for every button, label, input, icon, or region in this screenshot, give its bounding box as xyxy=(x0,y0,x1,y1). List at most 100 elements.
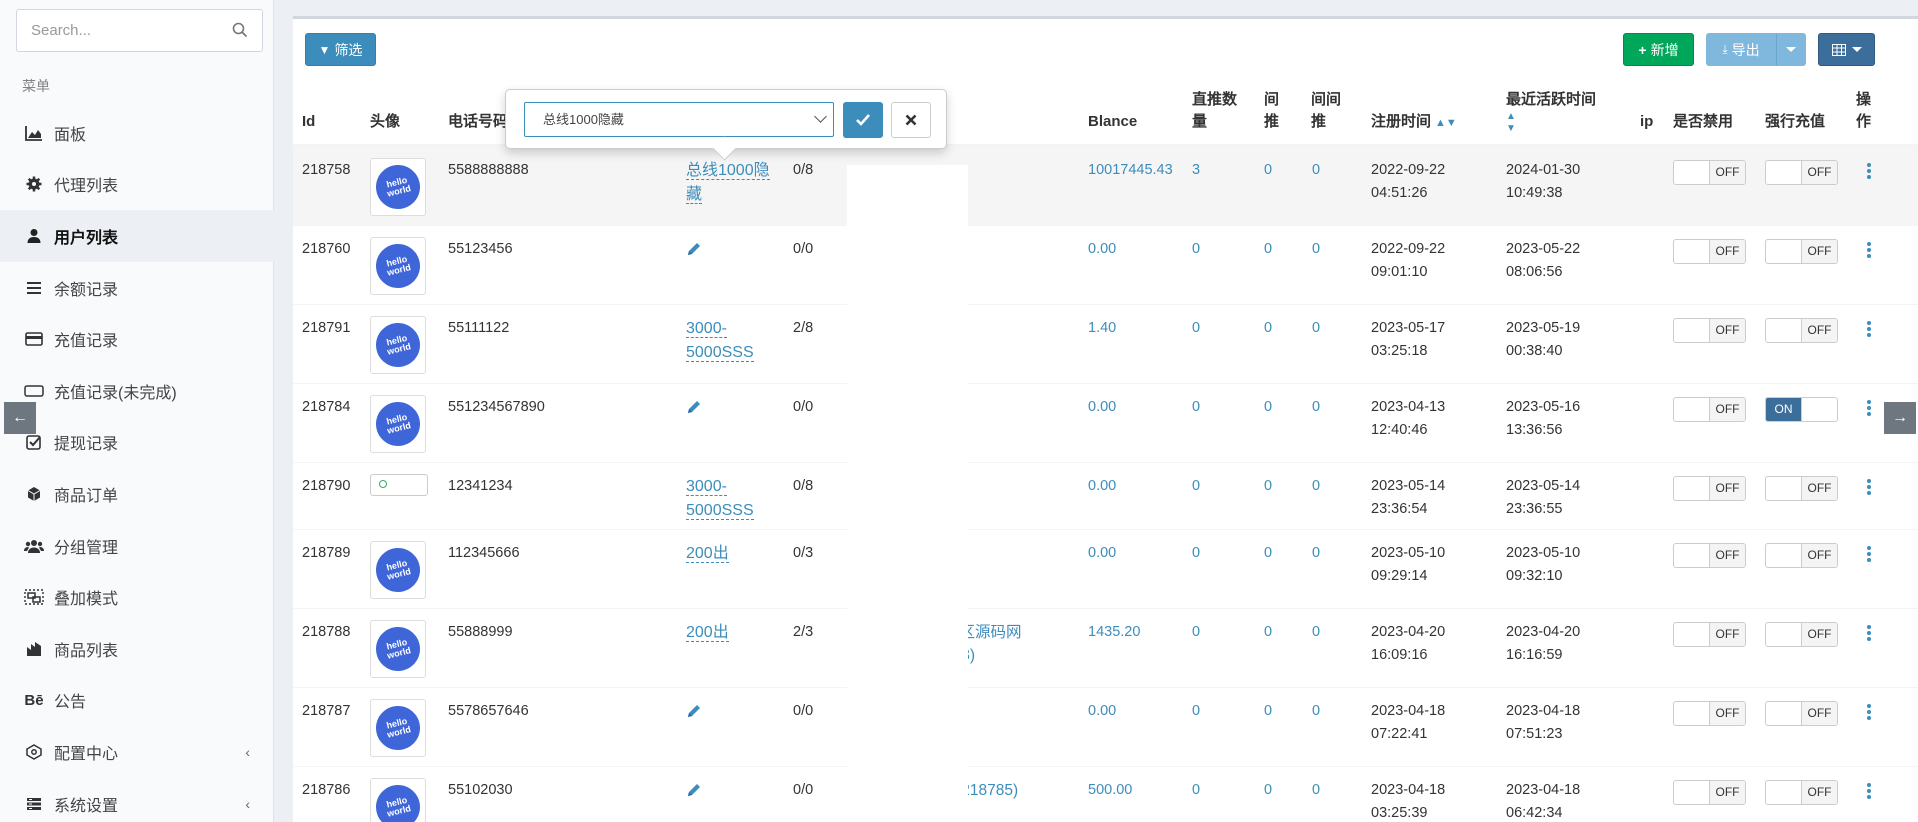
export-dropdown-button[interactable] xyxy=(1776,33,1806,66)
group-link[interactable]: 3000- xyxy=(686,478,727,496)
sidebar-item-groups[interactable]: 分组管理 xyxy=(0,520,274,572)
disabled-toggle[interactable]: OFF xyxy=(1673,622,1746,647)
sidebar-item-agents[interactable]: 代理列表 xyxy=(0,159,274,211)
cell-indirect2[interactable]: 0 xyxy=(1312,542,1320,565)
cell-group[interactable]: 总线1000隐藏 xyxy=(686,159,770,207)
more-actions-icon[interactable] xyxy=(1866,546,1872,562)
force-recharge-toggle[interactable]: OFF xyxy=(1765,239,1838,264)
cell-indirect[interactable]: 0 xyxy=(1264,700,1272,723)
cell-balance[interactable]: 1435.20 xyxy=(1088,621,1140,644)
cell-balance[interactable]: 1.40 xyxy=(1088,317,1116,340)
confirm-button[interactable] xyxy=(843,102,883,138)
pencil-icon[interactable] xyxy=(686,703,702,719)
sidebar-item-orders[interactable]: 商品订单 xyxy=(0,468,274,520)
more-actions-icon[interactable] xyxy=(1866,783,1872,799)
cell-indirect[interactable]: 0 xyxy=(1264,396,1272,419)
cell-balance[interactable]: 0.00 xyxy=(1088,542,1116,565)
sidebar-item-balance-records[interactable]: 余额记录 xyxy=(0,262,274,314)
cell-indirect[interactable]: 0 xyxy=(1264,621,1272,644)
group-link[interactable]: 200出 xyxy=(686,624,729,642)
cell-indirect[interactable]: 0 xyxy=(1264,542,1272,565)
cell-indirect2[interactable]: 0 xyxy=(1312,396,1320,419)
scroll-right-button[interactable]: → xyxy=(1884,402,1916,434)
force-recharge-toggle[interactable]: OFF xyxy=(1765,701,1838,726)
cell-group[interactable]: 200出 xyxy=(686,542,729,566)
cell-balance[interactable]: 0.00 xyxy=(1088,396,1116,419)
cell-indirect2[interactable]: 0 xyxy=(1312,700,1320,723)
cell-direct-count[interactable]: 0 xyxy=(1192,621,1200,644)
more-actions-icon[interactable] xyxy=(1866,242,1872,258)
more-actions-icon[interactable] xyxy=(1866,704,1872,720)
more-actions-icon[interactable] xyxy=(1866,625,1872,641)
cell-direct-count[interactable]: 0 xyxy=(1192,396,1200,419)
force-recharge-toggle[interactable]: OFF xyxy=(1765,318,1838,343)
scroll-left-button[interactable]: ← xyxy=(4,402,36,434)
cell-indirect2[interactable]: 0 xyxy=(1312,475,1320,498)
disabled-toggle[interactable]: OFF xyxy=(1673,160,1746,185)
group-link[interactable]: 3000- xyxy=(686,320,727,338)
more-actions-icon[interactable] xyxy=(1866,163,1872,179)
sidebar-item-recharge-pending[interactable]: 充值记录(未完成) xyxy=(0,365,274,417)
group-link-line2[interactable]: 5000SSS xyxy=(686,344,754,362)
disabled-toggle[interactable]: OFF xyxy=(1673,543,1746,568)
force-recharge-toggle[interactable]: OFF xyxy=(1765,476,1838,501)
more-actions-icon[interactable] xyxy=(1866,400,1872,416)
disabled-toggle[interactable]: OFF xyxy=(1673,239,1746,264)
disabled-toggle[interactable]: OFF xyxy=(1673,701,1746,726)
sidebar-item-system-settings[interactable]: 系统设置 ‹ xyxy=(0,778,274,822)
search-icon[interactable] xyxy=(232,22,248,38)
cell-balance[interactable]: 10017445.43 xyxy=(1088,159,1173,182)
group-link-line2[interactable]: 藏 xyxy=(686,186,703,204)
sidebar-item-announcements[interactable]: Bē 公告 xyxy=(0,675,274,727)
cell-indirect2[interactable]: 0 xyxy=(1312,317,1320,340)
col-register-time[interactable]: 注册时间 ▲▼ xyxy=(1371,111,1457,134)
force-recharge-toggle[interactable]: OFF xyxy=(1765,160,1838,185)
cell-indirect2[interactable]: 0 xyxy=(1312,159,1320,182)
disabled-toggle[interactable]: OFF xyxy=(1673,397,1746,422)
cell-direct-count[interactable]: 0 xyxy=(1192,700,1200,723)
cell-direct-count[interactable]: 0 xyxy=(1192,542,1200,565)
cell-balance[interactable]: 0.00 xyxy=(1088,238,1116,261)
cell-group[interactable]: 3000- 5000SSS xyxy=(686,475,754,523)
more-actions-icon[interactable] xyxy=(1866,479,1872,495)
force-recharge-toggle[interactable]: OFF xyxy=(1765,622,1838,647)
cell-group[interactable]: 3000- 5000SSS xyxy=(686,317,754,365)
cell-balance[interactable]: 500.00 xyxy=(1088,779,1132,802)
cell-direct-count[interactable]: 3 xyxy=(1192,159,1200,182)
col-id[interactable]: Id xyxy=(302,111,315,133)
pencil-icon[interactable] xyxy=(686,399,702,415)
disabled-toggle[interactable]: OFF xyxy=(1673,780,1746,805)
filter-button[interactable]: ▼ 筛选 xyxy=(305,33,376,66)
group-link-line2[interactable]: 5000SSS xyxy=(686,502,754,520)
columns-button[interactable] xyxy=(1818,33,1875,66)
force-recharge-toggle[interactable]: ON xyxy=(1765,397,1838,422)
more-actions-icon[interactable] xyxy=(1866,321,1872,337)
sidebar-item-stack-mode[interactable]: 叠加模式 xyxy=(0,571,274,623)
cell-group[interactable]: 200出 xyxy=(686,621,729,645)
sidebar-item-products[interactable]: 商品列表 xyxy=(0,623,274,675)
cell-indirect2[interactable]: 0 xyxy=(1312,238,1320,261)
export-button[interactable]: ⤓ 导出 xyxy=(1706,33,1776,66)
cell-indirect[interactable]: 0 xyxy=(1264,317,1272,340)
col-last-active[interactable]: 最近活跃时间 ▲ ▼ xyxy=(1506,89,1596,135)
search-input[interactable] xyxy=(17,10,217,51)
sidebar-item-withdraw-records[interactable]: 提现记录 xyxy=(0,417,274,469)
cell-indirect2[interactable]: 0 xyxy=(1312,779,1320,802)
cell-indirect[interactable]: 0 xyxy=(1264,159,1272,182)
group-link[interactable]: 200出 xyxy=(686,545,729,563)
disabled-toggle[interactable]: OFF xyxy=(1673,476,1746,501)
pencil-icon[interactable] xyxy=(686,241,702,257)
cell-direct-count[interactable]: 0 xyxy=(1192,779,1200,802)
force-recharge-toggle[interactable]: OFF xyxy=(1765,543,1838,568)
group-select[interactable]: 总线1000隐藏 xyxy=(524,102,834,137)
sidebar-item-dashboard[interactable]: 面板 xyxy=(0,107,274,159)
cell-direct-count[interactable]: 0 xyxy=(1192,475,1200,498)
cell-direct-count[interactable]: 0 xyxy=(1192,317,1200,340)
pencil-icon[interactable] xyxy=(686,782,702,798)
add-button[interactable]: + 新增 xyxy=(1623,33,1694,66)
disabled-toggle[interactable]: OFF xyxy=(1673,318,1746,343)
cell-balance[interactable]: 0.00 xyxy=(1088,475,1116,498)
cell-indirect2[interactable]: 0 xyxy=(1312,621,1320,644)
group-link[interactable]: 总线1000隐 xyxy=(686,162,770,180)
cell-direct-count[interactable]: 0 xyxy=(1192,238,1200,261)
